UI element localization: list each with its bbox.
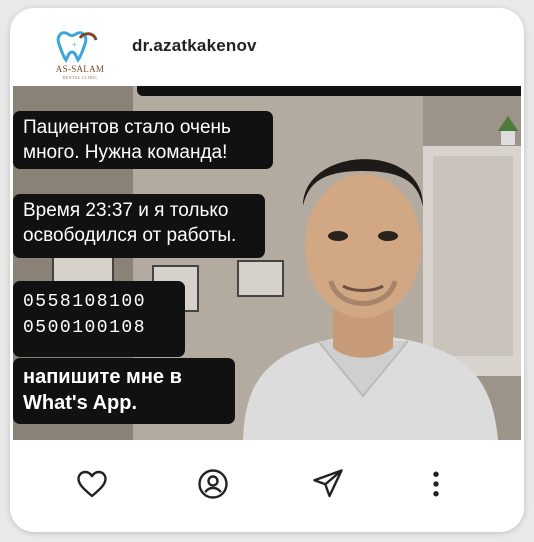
more-vertical-icon [433, 471, 439, 497]
clinic-logo[interactable]: + AS-SALAM DENTAL CLINIC [50, 26, 110, 88]
more-options-button[interactable] [418, 466, 454, 502]
post-card: + AS-SALAM DENTAL CLINIC dr.azatkakenov [10, 8, 524, 532]
like-button[interactable] [74, 466, 110, 502]
overlay-text-line-1: Пациентов стало очень много. Нужна коман… [13, 111, 273, 169]
post-image[interactable]: Пациентов стало очень много. Нужна коман… [13, 86, 521, 440]
logo-name: AS-SALAM [55, 64, 105, 74]
post-username[interactable]: dr.azatkakenov [132, 36, 257, 56]
overlay-text-line-2: Время 23:37 и я только освободился от ра… [13, 194, 265, 258]
svg-text:+: + [72, 40, 77, 50]
overlay-phone-numbers: 0558108100 0500100108 [13, 281, 185, 357]
paper-plane-icon [313, 469, 343, 498]
user-circle-icon [198, 469, 228, 499]
post-actions [10, 440, 524, 532]
logo-subtitle: DENTAL CLINIC [62, 75, 98, 80]
overlay-top-strip [137, 86, 521, 96]
heart-icon [77, 470, 107, 498]
post-header: + AS-SALAM DENTAL CLINIC dr.azatkakenov [10, 8, 524, 88]
share-button[interactable] [310, 466, 346, 502]
tooth-logo-icon: + [56, 31, 98, 63]
profile-button[interactable] [195, 466, 231, 502]
overlay-whatsapp-callout: напишите мне в What's App. [13, 358, 235, 424]
